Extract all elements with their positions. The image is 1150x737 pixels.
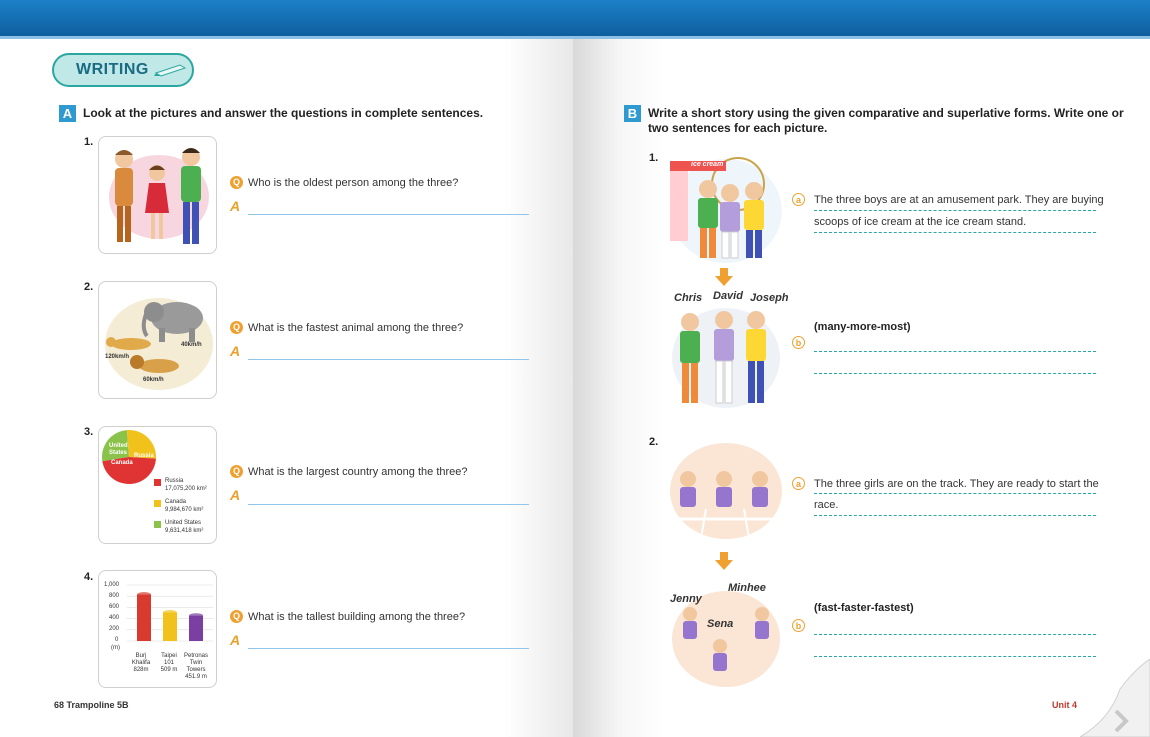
writing-line[interactable] — [814, 232, 1096, 233]
boys-with-ice-cream-illustration — [672, 308, 780, 408]
legend-value: 9,631,418 km² — [165, 528, 204, 534]
bar-category-label: Petronas Twin Towers — [183, 653, 208, 673]
speed-label: 120km/h — [105, 354, 130, 360]
family-illustration — [109, 148, 209, 244]
buildings-picture: 1,000 800 600 400 200 0 (m) Burj Khalifa… — [98, 570, 217, 688]
legend-swatch — [154, 500, 161, 507]
writing-badge-label: WRITING — [76, 61, 149, 78]
answer-line[interactable] — [248, 504, 529, 505]
character-name: Minhee — [728, 582, 766, 594]
writing-line[interactable] — [814, 351, 1096, 352]
answer-icon: A — [230, 487, 241, 503]
country-pie-chart — [102, 430, 156, 484]
legend-name: United States — [165, 520, 202, 526]
bar-category-label: Burj Khalifa — [131, 653, 151, 666]
question-icon: Q — [230, 465, 243, 478]
footer-page-label: 68 Trampoline 5B — [54, 700, 129, 710]
bar-height-label: 451.9 m — [185, 674, 207, 680]
section-a-instruction: Look at the pictures and answer the ques… — [83, 106, 484, 120]
arrow-down-icon — [720, 268, 728, 276]
question-text: What is the largest country among the th… — [248, 466, 468, 478]
question-icon: Q — [230, 176, 243, 189]
girls-on-track-illustration — [668, 443, 783, 545]
family-picture — [98, 136, 217, 254]
pie-slice-label: United States — [109, 443, 128, 456]
writing-badge: WRITING — [52, 53, 194, 87]
item-number: 1. — [84, 136, 94, 148]
section-b-instruction-line1: Write a short story using the given comp… — [648, 106, 1124, 120]
legend-name: Canada — [165, 499, 187, 505]
item-number: 2. — [84, 281, 94, 293]
arrow-down-icon — [720, 552, 728, 560]
bar-height-label: 509 m — [160, 667, 178, 673]
item-number: 3. — [84, 426, 94, 438]
pencil-icon — [154, 64, 187, 77]
character-name: David — [713, 290, 743, 302]
page-curl-icon[interactable] — [1080, 659, 1150, 737]
question-icon: Q — [230, 321, 243, 334]
item-number: 2. — [649, 436, 659, 448]
legend-value: 9,984,670 km² — [165, 507, 204, 513]
answer-icon: A — [230, 198, 241, 214]
writing-line[interactable] — [814, 515, 1096, 516]
character-name: Sena — [707, 618, 734, 630]
arrow-down-icon — [715, 276, 733, 286]
bar-category-label: Taipei 101 — [161, 653, 177, 666]
answer-line[interactable] — [248, 359, 529, 360]
story-sentence: scoops of ice cream at the ice cream sta… — [814, 216, 1027, 228]
section-b-instruction-line2: two sentences for each picture. — [648, 121, 828, 135]
countries-picture: United States Canada Russia Russia 17,07… — [98, 426, 217, 544]
ice-cream-stand-illustration — [670, 157, 782, 263]
footer-unit-label: Unit 4 — [1052, 700, 1078, 710]
answer-line[interactable] — [248, 648, 529, 649]
sentence-b-icon: b — [792, 336, 805, 349]
legend-value: 17,075,200 km² — [165, 486, 207, 492]
legend-swatch — [154, 521, 161, 528]
item-number: 1. — [649, 152, 659, 164]
story-sentence: race. — [814, 499, 839, 511]
left-page: WRITING A Look at the pictures and answe… — [0, 39, 573, 737]
question-icon: Q — [230, 610, 243, 623]
writing-line[interactable] — [814, 493, 1096, 494]
question-text: What is the fastest animal among the thr… — [248, 322, 464, 334]
bar — [137, 594, 151, 641]
animals-picture: 40km/h 120km/h 60km/h — [98, 281, 217, 399]
bar-cap — [163, 609, 177, 615]
story-sentence: The three girls are on the track. They a… — [814, 478, 1099, 490]
answer-icon: A — [230, 632, 241, 648]
answer-icon: A — [230, 343, 241, 359]
legend-swatch — [154, 479, 161, 486]
answer-line[interactable] — [248, 214, 529, 215]
question-text: Who is the oldest person among the three… — [248, 177, 459, 189]
bar-cap — [189, 613, 203, 619]
writing-line[interactable] — [814, 210, 1096, 211]
bar-height-label: 828m — [133, 667, 149, 673]
pie-slice-label: Canada — [111, 460, 133, 466]
speed-label: 60km/h — [143, 377, 164, 383]
writing-line[interactable] — [814, 634, 1096, 635]
top-banner — [0, 0, 1150, 36]
bar — [189, 615, 203, 641]
hint-words: (many-more-most) — [814, 321, 911, 333]
speed-label: 40km/h — [181, 342, 202, 348]
sentence-a-icon: a — [792, 477, 805, 490]
sentence-b-icon: b — [792, 619, 805, 632]
section-b-letter: B — [624, 105, 641, 122]
writing-line[interactable] — [814, 373, 1096, 374]
ice-cream-sign: ice cream — [691, 161, 724, 168]
character-name: Jenny — [670, 593, 702, 605]
hint-words: (fast-faster-fastest) — [814, 602, 914, 614]
sentence-a-icon: a — [792, 193, 805, 206]
pie-slice-label: Russia — [134, 453, 154, 459]
section-a-letter: A — [59, 105, 76, 122]
bar-cap — [137, 592, 151, 598]
writing-line[interactable] — [814, 656, 1096, 657]
question-text: What is the tallest building among the t… — [248, 611, 466, 623]
right-page: B Write a short story using the given co… — [573, 39, 1150, 737]
arrow-down-icon — [715, 560, 733, 570]
item-number: 4. — [84, 571, 94, 583]
bar — [163, 612, 177, 641]
story-sentence: The three boys are at an amusement park.… — [814, 194, 1104, 206]
legend-name: Russia — [165, 478, 184, 484]
